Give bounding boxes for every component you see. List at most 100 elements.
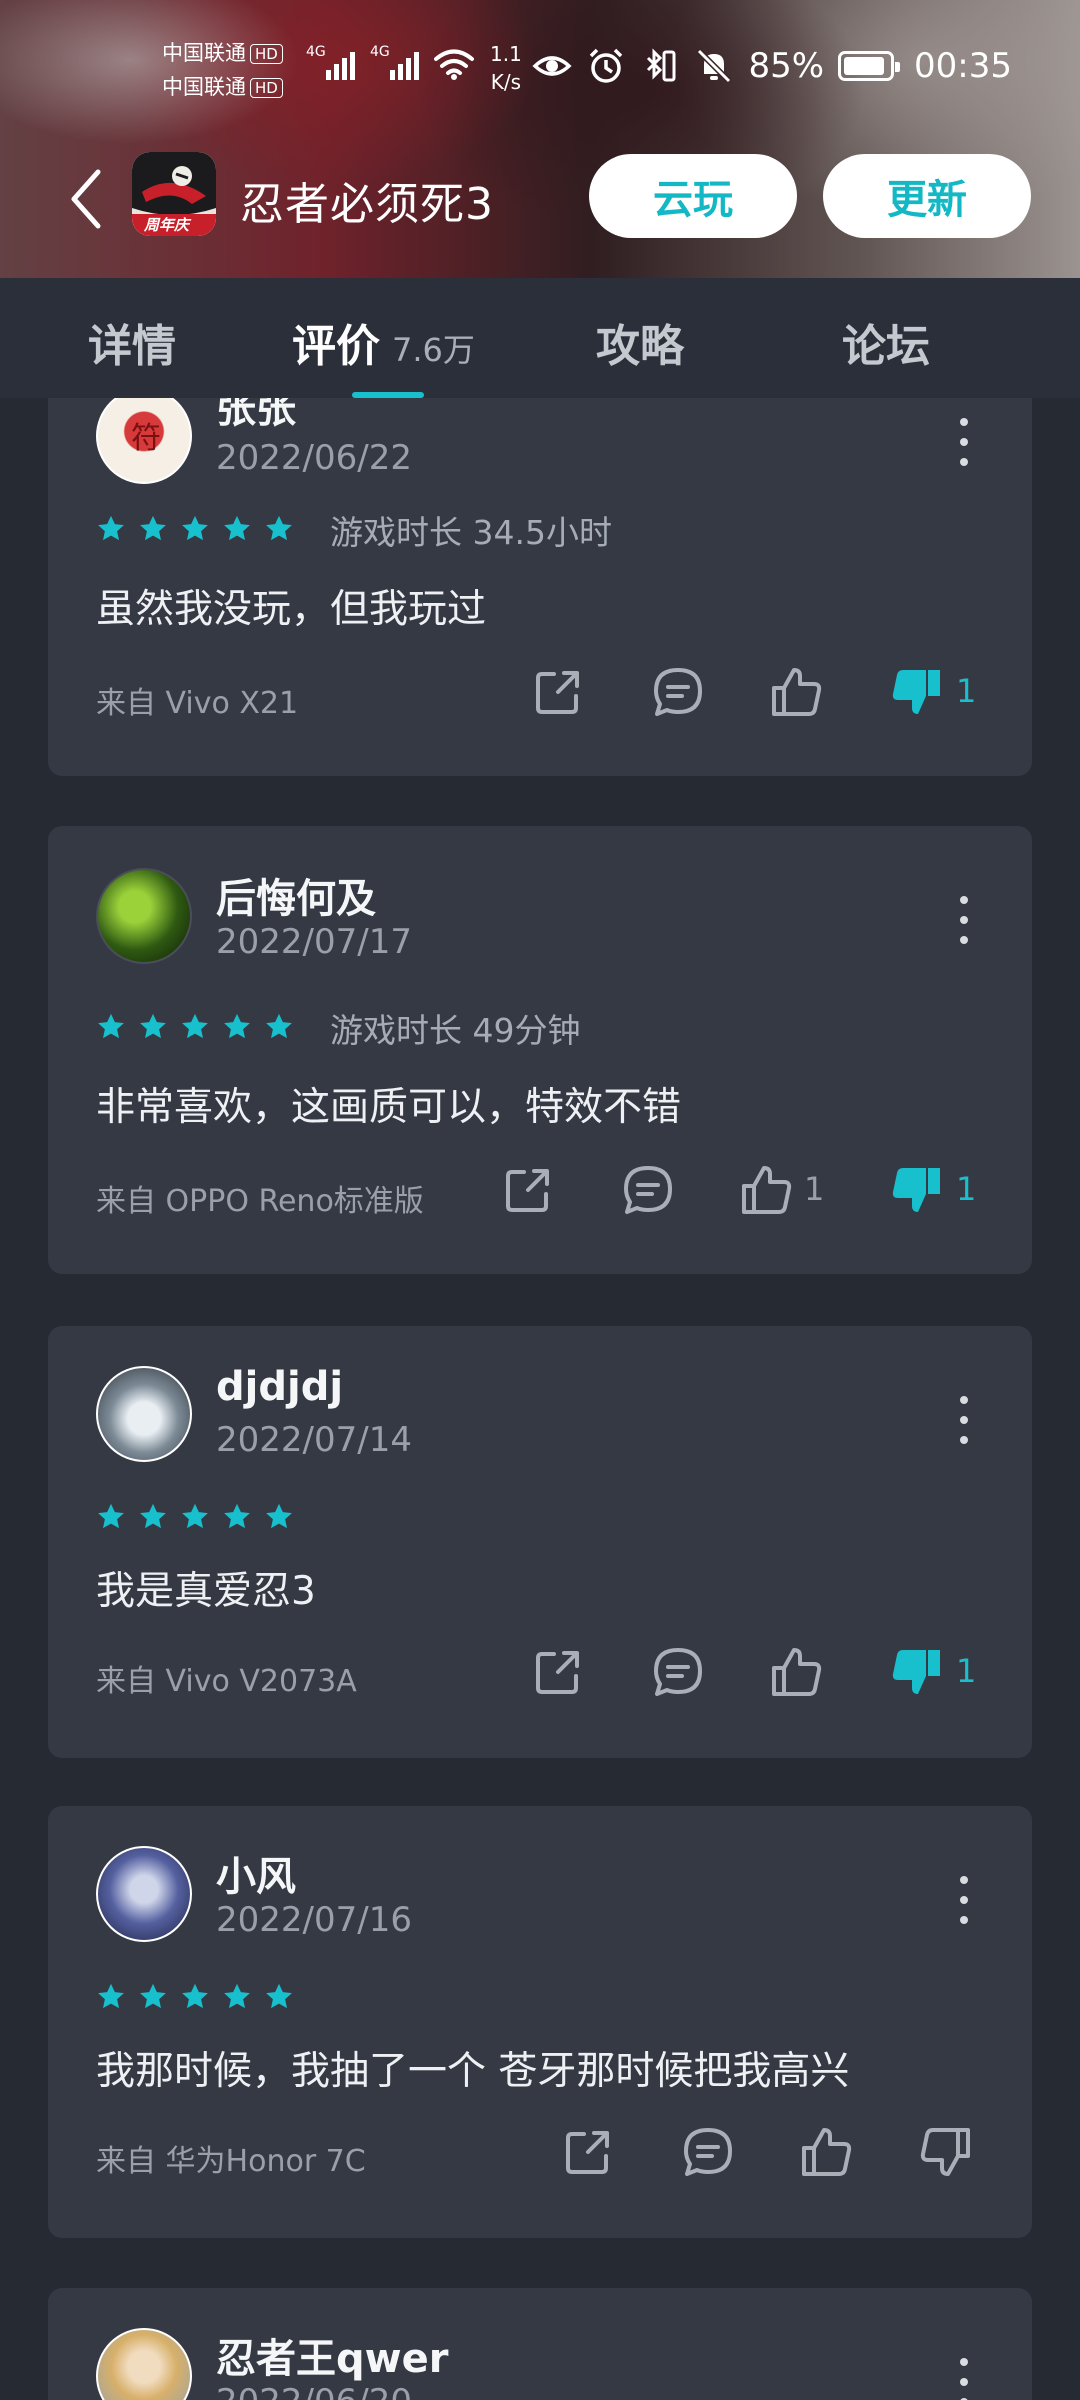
star-icon [224, 1983, 250, 2009]
thumbs-up-icon [772, 668, 822, 716]
app-icon-caption: 周年庆 [144, 216, 190, 234]
star-icon [140, 515, 166, 541]
like-button[interactable] [766, 662, 826, 722]
alarm-icon [590, 48, 623, 83]
review-content[interactable]: 非常喜欢，这画质可以，特效不错 [96, 1076, 681, 1132]
avatar[interactable] [96, 2328, 192, 2400]
eye-icon [532, 56, 572, 76]
mute-bell-icon [697, 48, 732, 84]
review-playtime: 游戏时长 49分钟 [330, 1011, 581, 1050]
net-speed: 1.1 K/s [490, 42, 522, 94]
star-icon [98, 1013, 124, 1039]
thumbs-up-icon [802, 2128, 852, 2176]
avatar[interactable] [96, 868, 192, 964]
star-icon [182, 1503, 208, 1529]
dislike-button[interactable] [886, 1642, 946, 1702]
cloud-play-button[interactable]: 云玩 [589, 154, 797, 238]
rating-stars [96, 1012, 294, 1042]
comment-icon [654, 1648, 702, 1696]
share-button[interactable] [528, 1642, 588, 1702]
avatar[interactable] [96, 1366, 192, 1462]
review-card: 后悔何及 2022/07/17 游戏时长 49分钟 非常喜欢，这画质可以，特效不… [48, 826, 1032, 1274]
share-button[interactable] [498, 1160, 558, 1220]
tab-forum[interactable]: 论坛 [842, 310, 930, 374]
more-vertical-icon[interactable] [958, 896, 970, 944]
review-content[interactable]: 虽然我没玩，但我玩过 [96, 578, 486, 634]
rating-stars [96, 1982, 294, 2012]
hd-badge-1: HD [250, 44, 283, 64]
tab-reviews[interactable]: 评价 7.6万 [292, 310, 475, 374]
more-vertical-icon[interactable] [958, 418, 970, 466]
star-icon [140, 1983, 166, 2009]
more-vertical-icon[interactable] [958, 1876, 970, 1924]
avatar[interactable]: 符 [96, 398, 192, 484]
comment-icon [624, 1166, 672, 1214]
star-icon [140, 1503, 166, 1529]
star-icon [224, 515, 250, 541]
review-username[interactable]: 张张 [216, 398, 296, 434]
review-date: 2022/07/17 [216, 922, 412, 962]
carrier-2: 中国联通 [162, 75, 246, 99]
star-icon [224, 1503, 250, 1529]
app-bar: 周年庆 忍者必须死3 云玩 更新 [0, 140, 1080, 260]
comment-icon [654, 668, 702, 716]
like-button[interactable] [796, 2122, 856, 2182]
review-card: 小风 2022/07/16 我那时候，我抽了一个 苍牙那时候把我高兴 来自 华为… [48, 1806, 1032, 2238]
status-bar: 中国联通 HD 中国联通 HD 4G 4G 1.1 K/s 85% 00:35 [0, 0, 1080, 140]
comment-button[interactable] [648, 662, 708, 722]
like-button[interactable] [766, 1642, 826, 1702]
review-content[interactable]: 我那时候，我抽了一个 苍牙那时候把我高兴 [96, 2040, 849, 2096]
dislike-button[interactable] [886, 662, 946, 722]
review-date: 2022/07/14 [216, 1420, 412, 1460]
back-arrow-icon[interactable] [64, 164, 108, 234]
tab-guides[interactable]: 攻略 [596, 310, 684, 374]
star-icon [98, 1983, 124, 2009]
share-icon [566, 2131, 609, 2174]
review-playtime: 游戏时长 34.5小时 [330, 513, 612, 552]
review-date: 2022/07/16 [216, 1900, 412, 1940]
share-icon [506, 1169, 549, 1212]
wifi-icon [434, 49, 474, 80]
svg-text:符: 符 [131, 421, 161, 456]
carrier-info: 中国联通 HD 中国联通 HD [162, 36, 283, 104]
dislike-button[interactable] [886, 1160, 946, 1220]
review-username[interactable]: 后悔何及 [216, 866, 376, 924]
more-vertical-icon[interactable] [958, 2358, 970, 2400]
battery-icon [838, 51, 901, 81]
dislike-button[interactable] [916, 2122, 976, 2182]
review-card: djdjdj 2022/07/14 我是真爱忍3 来自 Vivo V2073A … [48, 1326, 1032, 1758]
star-icon [266, 515, 292, 541]
review-device: 来自 Vivo X21 [96, 686, 299, 721]
tab-details[interactable]: 详情 [88, 310, 176, 374]
thumbs-down-icon [892, 1168, 940, 1212]
review-date: 2022/06/20 [216, 2382, 412, 2400]
clock: 00:35 [914, 46, 1012, 86]
star-icon [98, 1503, 124, 1529]
rating-stars [96, 1502, 294, 1532]
battery-percent: 85% [748, 46, 825, 86]
more-vertical-icon[interactable] [958, 1396, 970, 1444]
review-content[interactable]: 我是真爱忍3 [96, 1560, 316, 1616]
comment-icon [684, 2128, 732, 2176]
review-username[interactable]: 忍者王qwer [216, 2326, 448, 2384]
review-device: 来自 华为Honor 7C [96, 2144, 366, 2179]
star-icon [224, 1013, 250, 1039]
update-button[interactable]: 更新 [823, 154, 1031, 238]
share-button[interactable] [558, 2122, 618, 2182]
review-username[interactable]: 小风 [216, 1844, 296, 1902]
comment-button[interactable] [678, 2122, 738, 2182]
star-icon [266, 1013, 292, 1039]
share-button[interactable] [528, 662, 588, 722]
review-username[interactable]: djdjdj [216, 1364, 343, 1410]
hd-badge-2: HD [250, 78, 283, 98]
carrier-1: 中国联通 [162, 41, 246, 65]
review-list[interactable]: 符 张张 2022/06/22 游戏时长 34.5小时 虽然我没玩，但我玩过 来… [0, 398, 1080, 2400]
like-button[interactable] [736, 1160, 796, 1220]
thumbs-down-icon [892, 1650, 940, 1694]
share-icon [536, 1651, 579, 1694]
dislike-count: 1 [956, 672, 977, 710]
avatar[interactable] [96, 1846, 192, 1942]
comment-button[interactable] [618, 1160, 678, 1220]
thumbs-down-icon [920, 2128, 970, 2176]
comment-button[interactable] [648, 1642, 708, 1702]
